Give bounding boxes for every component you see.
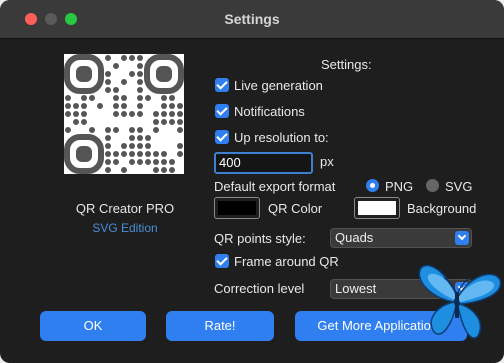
correction-level-value: Lowest — [335, 281, 377, 296]
qr-color-well[interactable] — [214, 197, 260, 219]
frame-label: Frame around QR — [234, 254, 339, 269]
svg-radio-label: SVG — [445, 179, 473, 194]
svg-radio[interactable] — [426, 179, 439, 192]
qr-color-label: QR Color — [268, 201, 323, 216]
png-radio-label: PNG — [385, 179, 414, 194]
resolution-input[interactable]: 400 — [214, 152, 313, 174]
points-style-value: Quads — [335, 230, 374, 245]
app-name: QR Creator PRO — [75, 201, 175, 216]
up-resolution-checkbox[interactable] — [215, 130, 229, 144]
ok-button[interactable]: OK — [40, 311, 146, 341]
title-bar: Settings — [0, 0, 504, 39]
png-radio[interactable] — [366, 179, 379, 192]
points-style-select[interactable]: Quads — [330, 228, 472, 248]
points-style-label: QR points style: — [214, 231, 306, 246]
settings-heading: Settings: — [321, 57, 372, 72]
up-resolution-label: Up resolution to: — [234, 130, 329, 145]
window-title: Settings — [224, 11, 280, 27]
resolution-unit: px — [320, 154, 334, 169]
butterfly-icon — [418, 264, 502, 339]
background-color-label: Background — [407, 201, 477, 216]
live-generation-checkbox[interactable] — [215, 78, 229, 92]
frame-checkbox[interactable] — [215, 254, 229, 268]
background-color-swatch — [358, 201, 396, 215]
live-generation-label: Live generation — [234, 78, 323, 93]
qr-code-preview — [64, 54, 184, 174]
notifications-checkbox[interactable] — [215, 104, 229, 118]
background-color-well[interactable] — [354, 197, 400, 219]
correction-level-label: Correction level — [214, 281, 305, 296]
settings-window: Settings QR Creator PRO SVG Edition Sett… — [0, 0, 504, 363]
rate-button[interactable]: Rate! — [166, 311, 274, 341]
export-format-label: Default export format — [214, 179, 336, 194]
app-edition-link[interactable]: SVG Edition — [58, 221, 192, 235]
chevron-down-icon — [455, 231, 469, 245]
notifications-label: Notifications — [234, 104, 305, 119]
qr-color-swatch — [218, 201, 256, 215]
